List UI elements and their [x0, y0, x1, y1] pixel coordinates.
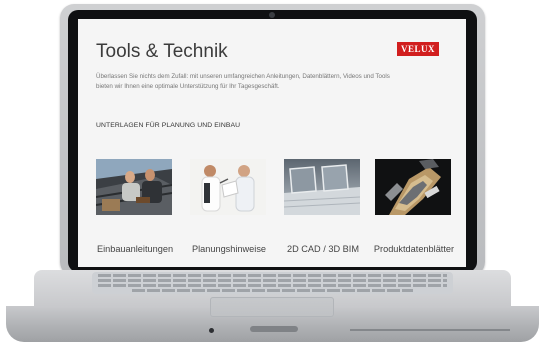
lid-latch	[250, 326, 298, 332]
window-cross-section-image[interactable]	[375, 159, 451, 215]
keyboard	[92, 272, 453, 294]
card-label[interactable]: 2D CAD / 3D BIM	[276, 244, 370, 254]
card-label[interactable]: Planungshinweise	[182, 244, 276, 254]
two-men-planning-image[interactable]	[190, 159, 266, 215]
velux-logo[interactable]: VELUX	[397, 42, 439, 56]
card-2d-cad-3d-bim[interactable]: 2D CAD / 3D BIM	[284, 159, 360, 254]
trackpad	[210, 297, 334, 317]
optical-drive-slot	[350, 329, 510, 331]
roof-windows-render-image[interactable]	[284, 159, 360, 215]
card-produktdatenblaetter[interactable]: Produktdatenblätter	[374, 159, 454, 254]
card-label[interactable]: Produktdatenblätter	[367, 244, 461, 254]
card-label[interactable]: Einbauanleitungen	[88, 244, 182, 254]
intro-text: Überlassen Sie nichts dem Zufall: mit un…	[96, 73, 390, 90]
card-planungshinweise[interactable]: Planungshinweise	[190, 159, 266, 254]
laptop-screen: Tools & Technik VELUX Überlassen Sie nic…	[78, 19, 466, 267]
sleep-indicator-icon	[209, 328, 214, 333]
roof-installation-workers-image[interactable]	[96, 159, 172, 215]
card-einbauanleitungen[interactable]: Einbauanleitungen	[96, 159, 173, 254]
section-heading: UNTERLAGEN FÜR PLANUNG UND EINBAU	[96, 122, 241, 129]
camera-icon	[269, 12, 275, 18]
page-title: Tools & Technik	[96, 41, 228, 62]
